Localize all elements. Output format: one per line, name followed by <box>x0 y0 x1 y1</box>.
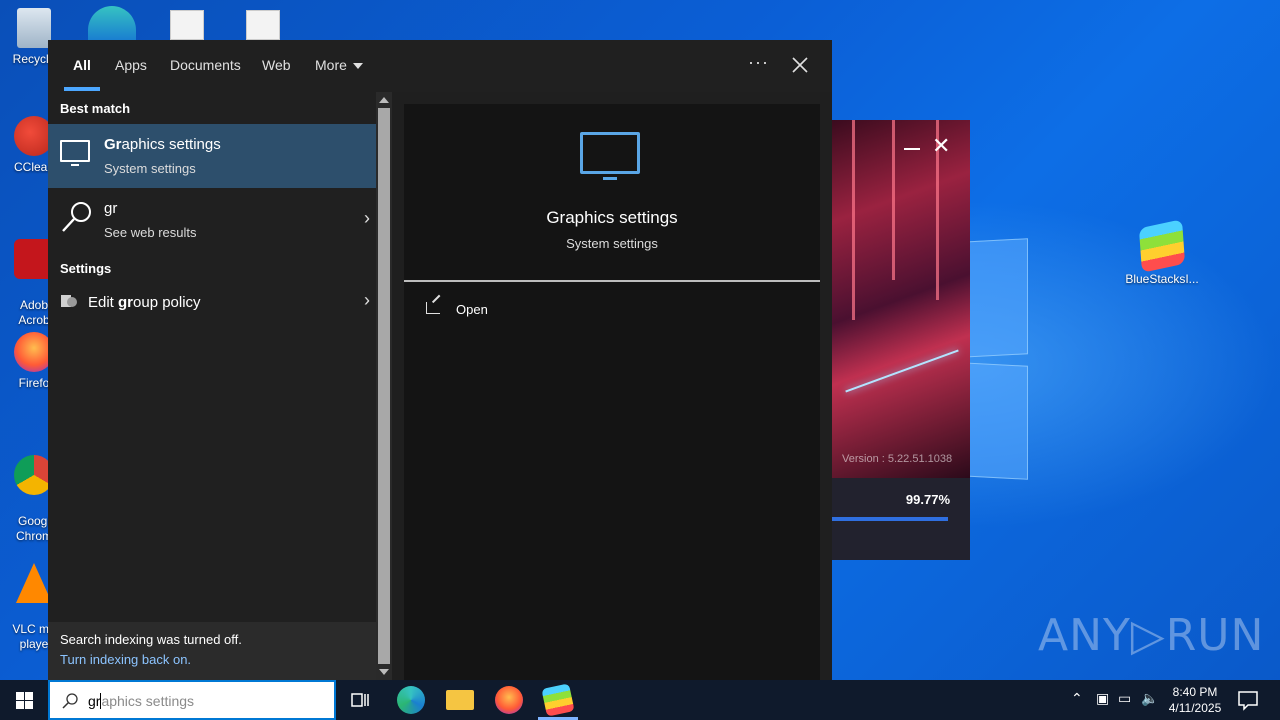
search-icon <box>62 693 78 709</box>
web-result-title: gr <box>104 200 118 217</box>
scroll-up-icon[interactable] <box>379 97 389 103</box>
search-icon <box>62 202 91 232</box>
windows-search-panel: All Apps Documents Web More ··· Best mat… <box>48 40 832 680</box>
volume-icon[interactable]: 🔈 <box>1141 690 1158 707</box>
taskbar-clock[interactable]: 8:40 PM 4/11/2025 <box>1160 684 1230 716</box>
open-icon <box>426 302 440 314</box>
preview-title: Graphics settings <box>546 208 678 227</box>
tab-more[interactable]: More <box>315 57 363 73</box>
desktop-icon-bluestacks[interactable]: BlueStacksI... <box>1124 219 1200 287</box>
group-policy-icon <box>61 295 77 307</box>
close-icon[interactable]: ✕ <box>932 135 950 157</box>
tab-apps[interactable]: Apps <box>115 57 147 73</box>
preview-pane: Graphics settings System settings Open <box>404 104 820 680</box>
scroll-down-icon[interactable] <box>379 669 389 675</box>
best-match-heading: Best match <box>60 101 131 116</box>
open-action[interactable]: Open <box>426 300 626 324</box>
divider <box>404 280 820 282</box>
tab-documents[interactable]: Documents <box>170 57 241 73</box>
clock-time: 8:40 PM <box>1172 685 1218 699</box>
chevron-right-icon[interactable]: › <box>364 208 370 229</box>
open-label: Open <box>456 302 488 317</box>
tab-more-label: More <box>315 57 347 73</box>
taskbar-search-input[interactable]: graphics settings <box>48 680 336 720</box>
bluestacks-splash-window: ✕ Version : 5.22.51.1038 99.77% <box>832 120 970 560</box>
tab-web[interactable]: Web <box>262 57 291 73</box>
results-list: Best match Graphics settings System sett… <box>48 92 376 680</box>
desktop-icon-document[interactable] <box>170 10 204 40</box>
windows-logo-wallpaper <box>960 238 1030 480</box>
recycle-bin-icon <box>17 8 51 48</box>
best-match-item[interactable]: Graphics settings System settings <box>48 124 376 188</box>
progress-percent: 99.77% <box>905 492 950 507</box>
firefox-taskbar-icon[interactable] <box>495 686 523 714</box>
anyrun-watermark: ANY▷RUN <box>1038 610 1263 674</box>
settings-heading: Settings <box>60 261 112 276</box>
desktop-icon-label: Googl Chrom <box>15 514 52 543</box>
settings-result-item[interactable]: Edit group policy › <box>48 284 376 320</box>
edge-taskbar-icon[interactable] <box>397 686 425 714</box>
taskbar: graphics settings ⌃ ▣ ▭ 🔈 8:40 PM 4/11/2… <box>0 680 1280 720</box>
tab-all[interactable]: All <box>73 57 91 73</box>
chevron-down-icon <box>352 63 363 70</box>
web-result-item[interactable]: gr See web results › <box>48 188 376 252</box>
task-view-icon[interactable] <box>346 686 374 714</box>
turn-indexing-on-link[interactable]: Turn indexing back on. <box>60 652 191 667</box>
show-hidden-icons-icon[interactable]: ⌃ <box>1071 690 1083 707</box>
network-icon[interactable]: ▭ <box>1118 690 1131 707</box>
chevron-right-icon[interactable]: › <box>364 290 370 311</box>
search-query: graphics settings <box>88 693 195 709</box>
splash-artwork <box>832 120 970 478</box>
active-tab-indicator <box>64 87 100 91</box>
clock-date: 4/11/2025 <box>1168 701 1222 715</box>
watermark-text: ANY▷RUN <box>1038 610 1265 661</box>
monitor-icon <box>580 132 640 180</box>
version-text: Version : 5.22.51.1038 <box>842 453 953 465</box>
more-options-icon[interactable]: ··· <box>748 52 769 73</box>
best-match-subtitle: System settings <box>104 161 196 176</box>
best-match-title: Graphics settings <box>104 136 221 153</box>
preview-subtitle: System settings <box>566 236 658 251</box>
bluestacks-taskbar-icon[interactable] <box>541 683 575 717</box>
progress-panel: 99.77% <box>832 478 970 560</box>
vlc-icon <box>16 563 52 603</box>
minimize-icon[interactable] <box>904 148 920 150</box>
desktop-icon-label: BlueStacksI... <box>1125 272 1199 286</box>
web-result-subtitle: See web results <box>104 225 197 240</box>
notification-center-icon[interactable] <box>1236 688 1260 712</box>
windows-start-icon <box>16 692 24 700</box>
bluestacks-icon <box>1138 219 1186 273</box>
monitor-icon <box>60 140 90 166</box>
scroll-thumb[interactable] <box>378 108 390 664</box>
search-tabs: All Apps Documents Web More ··· <box>48 40 832 92</box>
settings-result-title: Edit group policy <box>88 294 201 311</box>
file-explorer-icon[interactable] <box>446 690 474 710</box>
desktop-icon-label: Adob Acrob <box>18 298 50 327</box>
desktop-icon-edge[interactable] <box>88 6 136 40</box>
start-button[interactable] <box>0 680 48 720</box>
device-icon[interactable]: ▣ <box>1096 690 1109 707</box>
progress-bar <box>832 517 948 521</box>
desktop-icon-label: Firefo <box>18 376 50 390</box>
results-scrollbar[interactable] <box>376 92 392 680</box>
indexing-notice: Search indexing was turned off. Turn ind… <box>48 622 376 680</box>
close-icon[interactable] <box>790 52 810 76</box>
desktop-icon-document-2[interactable] <box>246 10 280 40</box>
indexing-notice-text: Search indexing was turned off. <box>60 632 242 647</box>
